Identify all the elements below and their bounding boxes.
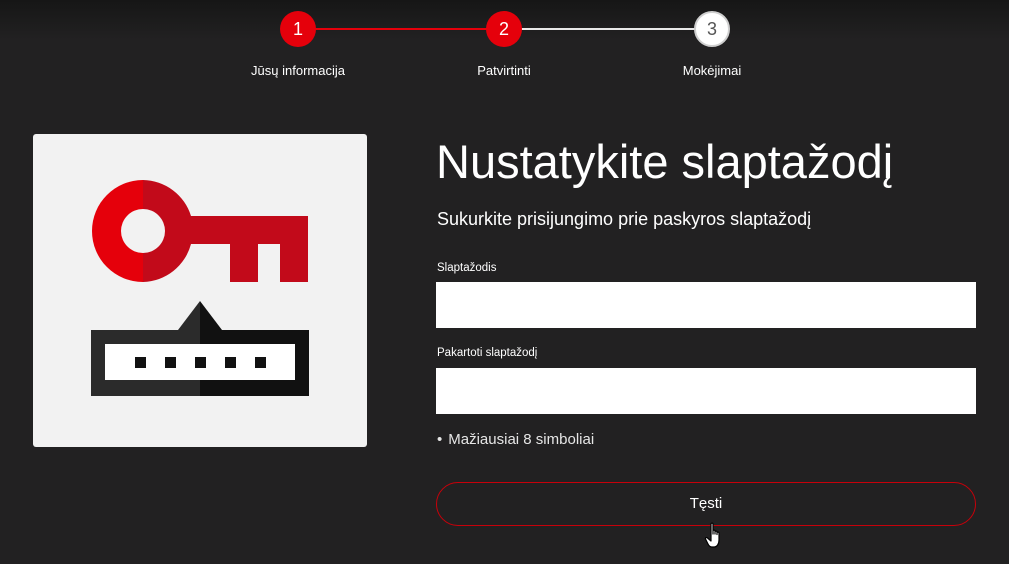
step-3-label: Mokėjimai <box>682 63 742 78</box>
repeat-password-label: Pakartoti slaptažodį <box>437 347 538 359</box>
page-subtitle: Sukurkite prisijungimo prie paskyros sla… <box>437 209 812 229</box>
progress-stepper: 1 2 3 Jūsų informacija Patvirtinti Mokėj… <box>0 0 1009 90</box>
password-requirement-text: Mažiausiai 8 simboliai <box>448 431 595 448</box>
password-label: Slaptažodis <box>437 262 497 274</box>
password-requirement: • Mažiausiai 8 simboliai <box>437 431 594 448</box>
repeat-password-input[interactable] <box>436 368 976 414</box>
key-and-password-icon <box>91 180 309 396</box>
step-3-circle: 3 <box>694 11 730 47</box>
step-connector-pending <box>504 28 712 30</box>
password-input[interactable] <box>436 282 976 328</box>
password-illustration <box>33 134 367 447</box>
bullet-icon: • <box>437 431 443 448</box>
step-1-circle: 1 <box>280 11 316 47</box>
step-2-label: Patvirtinti <box>477 63 531 78</box>
step-connector-completed <box>298 28 504 30</box>
step-2-circle: 2 <box>486 11 522 47</box>
hand-cursor-icon <box>704 522 720 548</box>
step-1-label: Jūsų informacija <box>251 63 345 78</box>
page-title: Nustatykite slaptažodį <box>436 135 894 188</box>
continue-button[interactable]: Tęsti <box>436 482 976 526</box>
